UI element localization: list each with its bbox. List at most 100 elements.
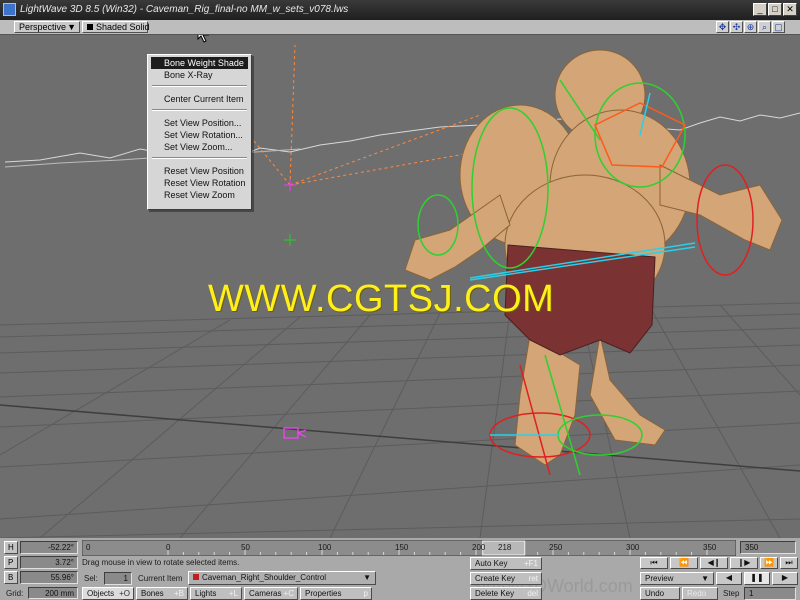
tab-objects[interactable]: Objects +O xyxy=(82,587,134,600)
p-axis-label: P xyxy=(4,556,18,569)
play-reverse-icon[interactable]: ◀ xyxy=(716,572,742,585)
menu-item-set-view-position[interactable]: Set View Position... xyxy=(151,117,248,129)
current-item-dropdown[interactable]: Caveman_Right_Shoulder_Control ▼ xyxy=(188,571,376,585)
play-forward-icon[interactable]: ▶ xyxy=(772,572,798,585)
undo-label: Undo xyxy=(645,589,665,598)
zoom-view-icon[interactable]: ⊕ xyxy=(744,21,757,33)
create-key-button[interactable]: Create Key ret xyxy=(470,572,542,585)
b-axis-label: B xyxy=(4,571,18,584)
lightwave-app-icon[interactable] xyxy=(3,3,16,16)
tab-cameras-label: Cameras xyxy=(249,589,282,598)
menu-item-bone-weight-shade[interactable]: Bone Weight Shade xyxy=(151,57,248,69)
status-message: Drag mouse in view to rotate selected it… xyxy=(82,558,240,567)
menu-item-bone-x-ray[interactable]: Bone X-Ray xyxy=(151,69,248,81)
previous-key-icon[interactable]: ⏪ xyxy=(670,557,698,569)
tab-objects-label: Objects xyxy=(87,589,115,598)
current-item-label: Current Item xyxy=(138,574,183,583)
menu-item-set-view-rotation[interactable]: Set View Rotation... xyxy=(151,129,248,141)
square-icon xyxy=(87,24,93,30)
light-marker xyxy=(284,179,296,191)
delete-key-shortcut: del xyxy=(527,589,538,598)
step-field[interactable]: 1 xyxy=(744,587,796,600)
playback-mode-label: Preview xyxy=(645,574,674,583)
bank-field[interactable]: 55.96° xyxy=(20,571,78,584)
delete-key-button[interactable]: Delete Key del xyxy=(470,587,542,600)
redo-label: Redo xyxy=(687,589,707,598)
timeline-tick-50: 50 xyxy=(241,543,250,552)
timeline-tick-300: 300 xyxy=(626,543,640,552)
tab-lights-label: Lights xyxy=(195,589,217,598)
pitch-field[interactable]: 3.72° xyxy=(20,556,78,569)
create-key-shortcut: ret xyxy=(528,574,538,583)
end-frame-field[interactable]: 350 xyxy=(740,541,796,554)
go-to-end-icon[interactable]: ⏭ xyxy=(780,557,798,569)
auto-key-label: Auto Key xyxy=(475,559,508,568)
redo-button[interactable]: Redo xyxy=(682,587,718,600)
heading-field[interactable]: -52.22° xyxy=(20,541,78,554)
previous-frame-icon[interactable]: ◀❙ xyxy=(700,557,728,569)
menu-separator xyxy=(152,85,247,87)
title-bar: LightWave 3D 8.5 (Win32) - Caveman_Rig_f… xyxy=(0,0,800,20)
tab-lights-shortcut: +L xyxy=(228,589,238,598)
tab-properties[interactable]: Properties p xyxy=(300,587,372,600)
chevron-down-icon: ▼ xyxy=(363,573,371,582)
timeline-start: 0 xyxy=(86,543,91,552)
rotate-view-icon[interactable]: ✣ xyxy=(730,21,743,33)
tab-objects-shortcut: +O xyxy=(119,589,130,598)
tab-cameras-shortcut: +C xyxy=(283,589,294,598)
tab-bones[interactable]: Bones +B xyxy=(136,587,188,600)
menu-item-reset-view-zoom[interactable]: Reset View Zoom xyxy=(151,189,248,201)
tab-bones-label: Bones xyxy=(141,589,164,598)
grid-label: Grid: xyxy=(6,589,24,598)
go-to-start-icon[interactable]: ⏮ xyxy=(640,557,668,569)
magnify-icon[interactable]: ⌕ xyxy=(758,21,771,33)
grid-axis-line xyxy=(0,404,800,472)
tab-cameras[interactable]: Cameras +C xyxy=(244,587,298,600)
menu-separator xyxy=(152,157,247,159)
window-title: LightWave 3D 8.5 (Win32) - Caveman_Rig_f… xyxy=(20,4,349,15)
ground-grid xyxy=(0,302,800,538)
maximize-button[interactable]: □ xyxy=(768,3,782,16)
grid-size-field: 200 mm xyxy=(28,587,78,599)
menu-separator xyxy=(152,109,247,111)
menu-item-reset-view-rotation[interactable]: Reset View Rotation xyxy=(151,177,248,189)
chevron-down-icon: ▼ xyxy=(701,574,709,583)
view-mode-label: Perspective xyxy=(19,22,67,32)
timeline-tick-150: 150 xyxy=(395,543,409,552)
pause-icon[interactable]: ❚❚ xyxy=(744,572,770,585)
auto-key-shortcut: +F1 xyxy=(523,559,538,568)
selection-count: 1 xyxy=(104,572,132,585)
h-axis-label: H xyxy=(4,541,18,554)
tab-properties-label: Properties xyxy=(305,589,342,598)
null-marker xyxy=(284,234,296,246)
minimize-button[interactable]: _ xyxy=(753,3,767,16)
create-key-label: Create Key xyxy=(475,574,516,583)
tab-bones-shortcut: +B xyxy=(173,589,184,598)
next-frame-icon[interactable]: ❙▶ xyxy=(730,557,758,569)
render-mode-label: Shaded Solid xyxy=(96,22,150,32)
tab-lights[interactable]: Lights +L xyxy=(190,587,242,600)
viewport-header: Perspective ▼ Shaded Solid ✥ ✣ ⊕ ⌕ ▢ xyxy=(0,20,800,35)
timeline-tick-200: 200 xyxy=(472,543,486,552)
auto-key-button[interactable]: Auto Key +F1 xyxy=(470,557,542,570)
current-frame-readout: 218 xyxy=(498,543,512,552)
next-key-icon[interactable]: ⏩ xyxy=(760,557,778,569)
timeline-tick-100: 100 xyxy=(318,543,332,552)
render-mode-dropdown[interactable]: Shaded Solid xyxy=(82,21,150,33)
undo-button[interactable]: Undo xyxy=(640,587,680,600)
menu-item-set-view-zoom[interactable]: Set View Zoom... xyxy=(151,141,248,153)
delete-key-label: Delete Key xyxy=(475,589,515,598)
playback-mode-dropdown[interactable]: Preview ▼ xyxy=(640,572,714,585)
chevron-down-icon: ▼ xyxy=(67,22,76,32)
menu-item-reset-view-position[interactable]: Reset View Position xyxy=(151,165,248,177)
view-mode-dropdown[interactable]: Perspective ▼ xyxy=(14,21,80,33)
timeline-tick-0: 0 xyxy=(166,543,171,552)
maximize-viewport-icon[interactable]: ▢ xyxy=(772,21,785,33)
perspective-viewport[interactable]: Bone Weight Shade Bone X-Ray Center Curr… xyxy=(0,35,800,538)
menu-item-center-current-item[interactable]: Center Current Item xyxy=(151,93,248,105)
move-view-icon[interactable]: ✥ xyxy=(716,21,729,33)
view-options-menu: Bone Weight Shade Bone X-Ray Center Curr… xyxy=(147,54,252,210)
close-button[interactable]: ✕ xyxy=(783,3,797,16)
current-item-name: Caveman_Right_Shoulder_Control xyxy=(202,573,327,582)
tab-properties-shortcut: p xyxy=(363,589,368,598)
